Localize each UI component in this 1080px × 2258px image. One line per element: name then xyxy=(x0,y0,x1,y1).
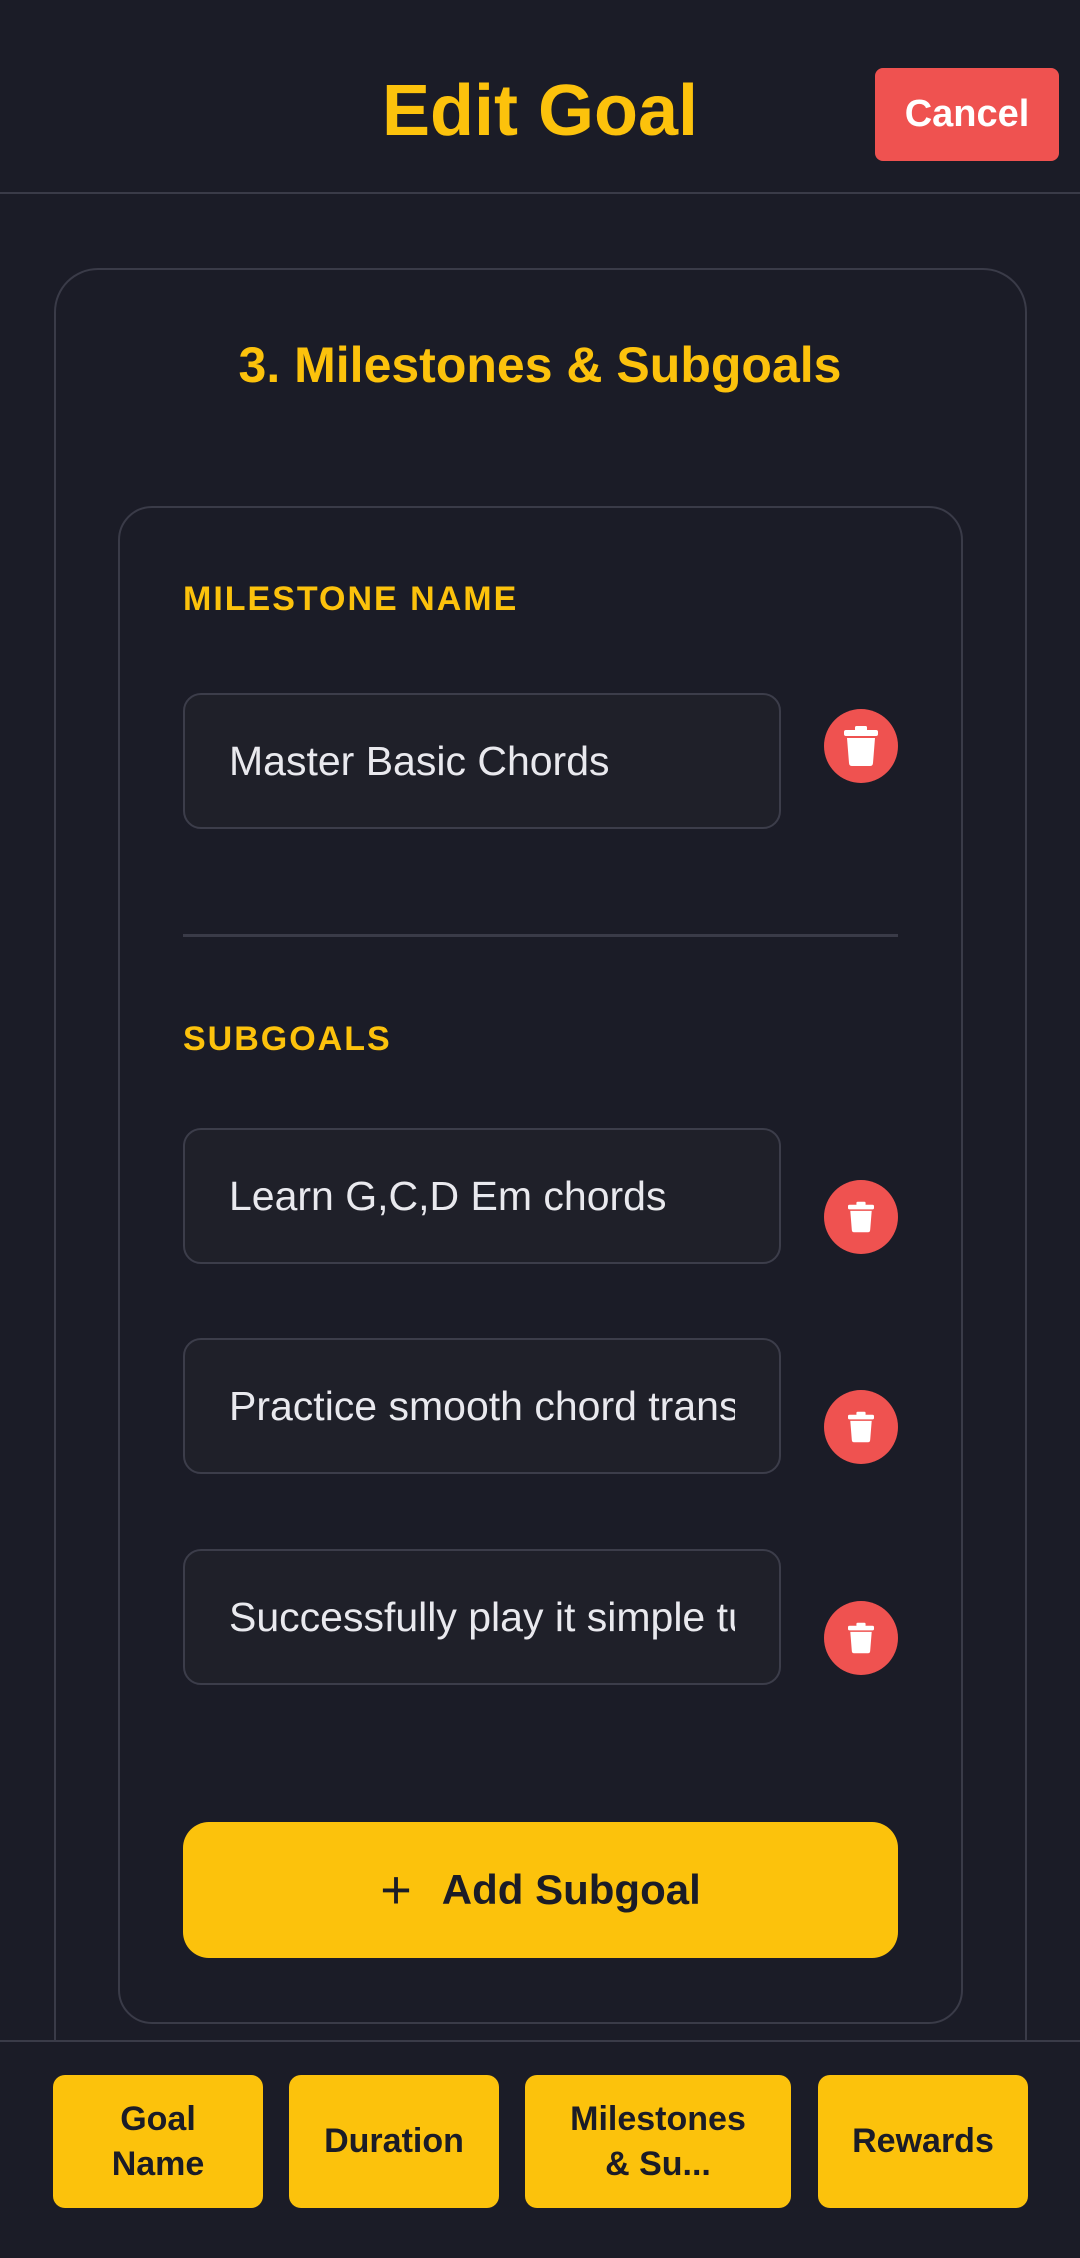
trash-icon xyxy=(848,1411,874,1443)
delete-subgoal-3-button[interactable] xyxy=(824,1601,898,1675)
trash-icon xyxy=(848,1201,874,1233)
milestone-name-label: MILESTONE NAME xyxy=(183,580,519,618)
tab-goal-name[interactable]: Goal Name xyxy=(53,2075,263,2208)
section-title: 3. Milestones & Subgoals xyxy=(238,337,842,393)
milestone-name-input[interactable] xyxy=(183,693,781,829)
tab-duration[interactable]: Duration xyxy=(289,2075,499,2208)
delete-milestone-button[interactable] xyxy=(824,709,898,783)
plus-icon: + xyxy=(380,1860,412,1920)
subgoal-input-3[interactable] xyxy=(183,1549,781,1685)
cancel-button[interactable]: Cancel xyxy=(875,68,1059,161)
trash-icon xyxy=(848,1622,874,1654)
tab-milestones[interactable]: Milestones & Su... xyxy=(525,2075,791,2208)
divider xyxy=(183,934,898,937)
subgoal-input-1[interactable] xyxy=(183,1128,781,1264)
add-subgoal-button[interactable]: + Add Subgoal xyxy=(183,1822,898,1958)
subgoals-label: SUBGOALS xyxy=(183,1020,392,1058)
trash-icon xyxy=(844,726,878,766)
delete-subgoal-2-button[interactable] xyxy=(824,1390,898,1464)
delete-subgoal-1-button[interactable] xyxy=(824,1180,898,1254)
add-subgoal-label: Add Subgoal xyxy=(441,1866,701,1913)
subgoal-input-2[interactable] xyxy=(183,1338,781,1474)
header: Edit Goal Cancel xyxy=(0,0,1080,194)
tab-rewards[interactable]: Rewards xyxy=(818,2075,1028,2208)
